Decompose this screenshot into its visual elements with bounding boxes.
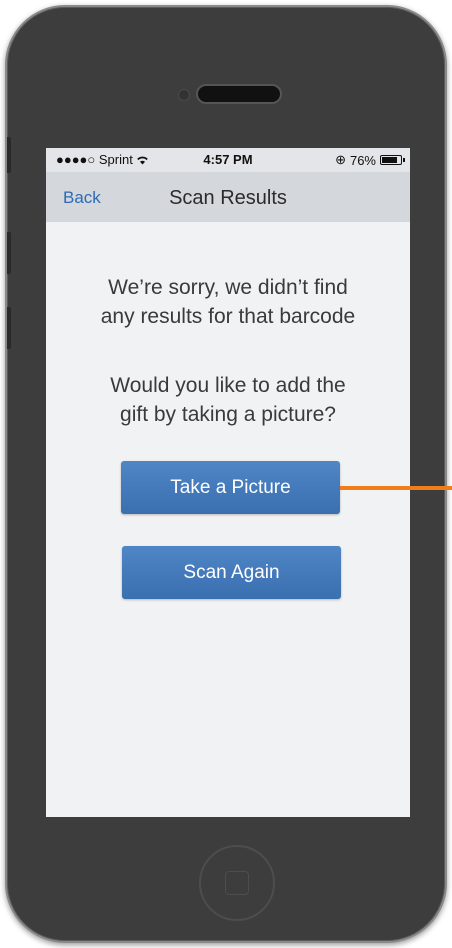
phone-screen: ●●●●○ Sprint 4:57 PM ⊕ 76% Back Scan Res…	[46, 148, 410, 817]
mute-switch	[7, 137, 11, 173]
status-bar: ●●●●○ Sprint 4:57 PM ⊕ 76%	[46, 148, 410, 172]
earpiece-speaker	[196, 84, 282, 104]
callout-line	[340, 486, 452, 490]
take-picture-button[interactable]: Take a Picture	[121, 461, 340, 514]
no-results-message-line1: We’re sorry, we didn’t find	[108, 276, 348, 299]
navigation-bar: Back Scan Results	[46, 172, 410, 222]
add-gift-question-line1: Would you like to add the	[110, 374, 346, 397]
battery-icon	[380, 155, 405, 165]
status-right: ⊕ 76%	[335, 152, 405, 168]
rotation-lock-icon: ⊕	[335, 152, 346, 167]
volume-up-button	[7, 232, 11, 274]
page-title: Scan Results	[169, 187, 287, 209]
battery-percent: 76%	[349, 152, 376, 168]
front-camera	[178, 89, 190, 101]
scan-again-button[interactable]: Scan Again	[122, 546, 341, 599]
add-gift-question-line2: gift by taking a picture?	[120, 403, 336, 426]
home-button-icon	[225, 871, 249, 895]
no-results-message-line2: any results for that barcode	[100, 305, 356, 328]
volume-down-button	[7, 307, 11, 349]
